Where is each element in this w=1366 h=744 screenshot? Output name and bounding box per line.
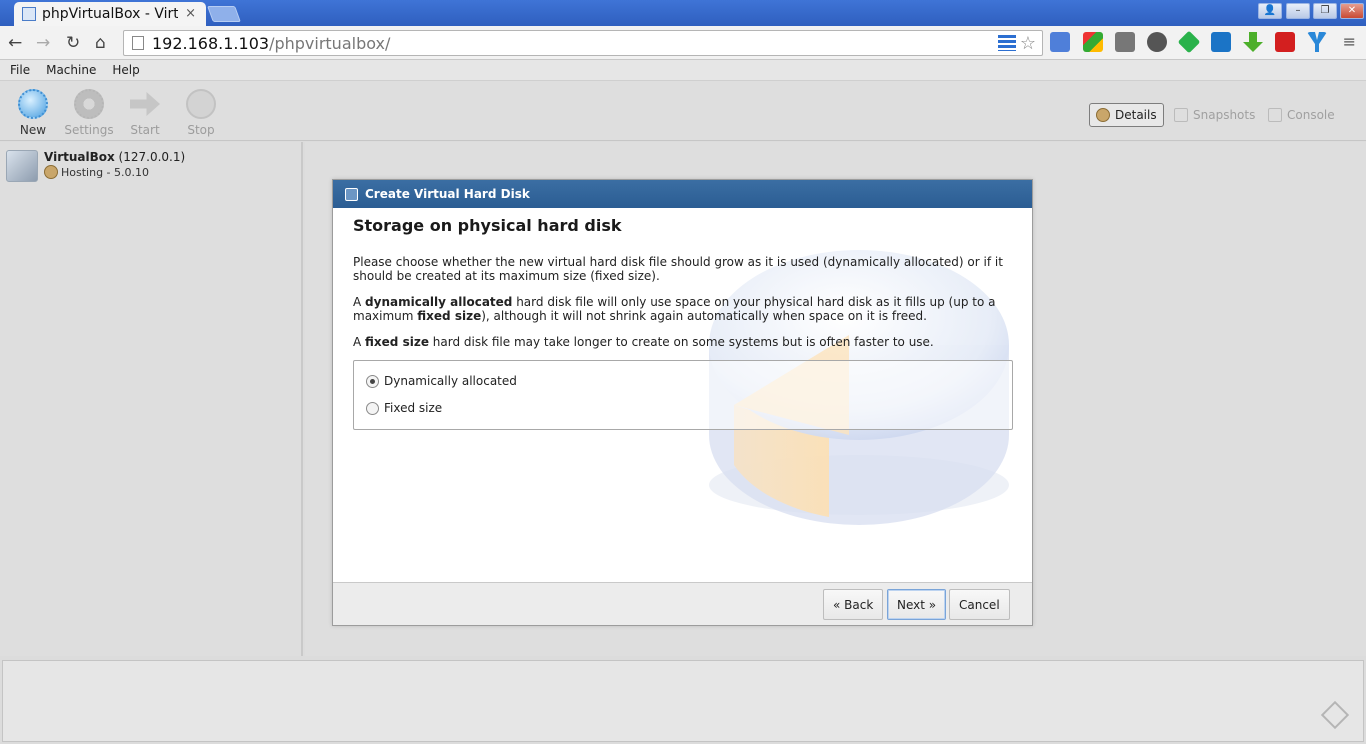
intro-paragraph: Please choose whether the new virtual ha… <box>353 255 1003 283</box>
option-dynamically-allocated[interactable]: Dynamically allocated <box>366 374 517 388</box>
host-entry[interactable]: VirtualBox (127.0.0.1) Hosting - 5.0.10 <box>6 150 296 186</box>
user-profile-button[interactable]: 👤 <box>1258 3 1282 19</box>
chrome-menu-icon[interactable]: ≡ <box>1343 32 1356 51</box>
snapshots-label: Snapshots <box>1193 108 1256 122</box>
dialog-titlebar[interactable]: Create Virtual Hard Disk <box>333 180 1032 208</box>
translate-extension-icon[interactable] <box>1050 32 1070 52</box>
address-bar[interactable]: 192.168.1.103/phpvirtualbox/ ☆ <box>123 30 1043 56</box>
label-dynamically-allocated: Dynamically allocated <box>384 374 517 388</box>
tab-favicon-icon <box>22 7 36 21</box>
forward-arrow-icon[interactable]: → <box>36 33 50 53</box>
flipboard-extension-icon[interactable] <box>1275 32 1295 52</box>
reload-icon[interactable]: ↻ <box>66 33 80 53</box>
feedly-extension-icon[interactable] <box>1177 30 1201 54</box>
vm-list-pane: VirtualBox (127.0.0.1) Hosting - 5.0.10 <box>0 142 303 656</box>
page-icon <box>132 36 144 50</box>
console-label: Console <box>1287 108 1335 122</box>
host-address: (127.0.0.1) <box>114 150 186 164</box>
tab-close-icon[interactable]: × <box>185 6 196 21</box>
new-gear-icon <box>18 89 48 119</box>
menu-machine[interactable]: Machine <box>46 63 96 77</box>
create-virtual-hard-disk-dialog: Create Virtual Hard Disk Storage on phys… <box>332 179 1033 626</box>
url-path: /phpvirtualbox/ <box>269 33 391 53</box>
new-button[interactable]: New <box>7 89 59 137</box>
host-name-line: VirtualBox (127.0.0.1) <box>44 150 185 164</box>
cancel-button[interactable]: Cancel <box>949 589 1010 620</box>
monitor-icon <box>1268 108 1282 122</box>
back-arrow-icon[interactable]: ← <box>8 33 22 53</box>
settings-button[interactable]: Settings <box>63 89 115 137</box>
console-view-button[interactable]: Console <box>1262 103 1341 127</box>
label-fixed-size: Fixed size <box>384 401 443 415</box>
hosting-gear-icon <box>44 165 58 179</box>
window-close-button[interactable]: ✕ <box>1340 3 1364 19</box>
browser-titlebar: phpVirtualBox - Virt × 👤 – ❐ ✕ <box>0 0 1366 26</box>
start-arrow-icon <box>130 92 160 116</box>
dialog-body: Storage on physical hard disk Please cho… <box>353 216 1013 361</box>
start-label: Start <box>130 123 160 137</box>
stop-button[interactable]: Stop <box>175 89 227 137</box>
next-button[interactable]: Next » <box>887 589 947 620</box>
snapshots-view-button[interactable]: Snapshots <box>1168 103 1261 127</box>
start-button[interactable]: Start <box>119 89 171 137</box>
user-icon: 👤 <box>1263 5 1277 16</box>
fixed-text-a: A <box>353 335 366 349</box>
host-name: VirtualBox <box>44 150 115 164</box>
url-text: 192.168.1.103/phpvirtualbox/ <box>152 34 390 53</box>
download-extension-icon[interactable] <box>1243 32 1263 52</box>
details-label: Details <box>1115 108 1157 122</box>
menu-file[interactable]: File <box>10 63 30 77</box>
chrome-extension-icon[interactable] <box>1083 32 1103 52</box>
minimize-button[interactable]: – <box>1286 3 1310 19</box>
stop-label: Stop <box>187 123 215 137</box>
back-button[interactable]: « Back <box>823 589 884 620</box>
bookmark-star-icon[interactable]: ☆ <box>1020 33 1036 54</box>
app-toolbar: New Settings Start Stop Details Snapshot… <box>0 81 1366 141</box>
radio-fixed-size[interactable] <box>366 401 379 415</box>
fixed-paragraph: A fixed size hard disk file may take lon… <box>353 335 1013 349</box>
new-label: New <box>19 123 47 137</box>
browser-tab[interactable]: phpVirtualBox - Virt × <box>14 2 206 26</box>
dialog-title: Create Virtual Hard Disk <box>365 187 530 201</box>
resize-handle-icon[interactable] <box>1320 700 1350 730</box>
home-icon[interactable]: ⌂ <box>95 33 106 53</box>
tools-extension-icon[interactable] <box>1147 32 1167 52</box>
reader-extension-icon[interactable] <box>998 35 1016 51</box>
fixed-term: fixed size <box>417 309 482 323</box>
hard-disk-icon <box>345 187 358 201</box>
camera-icon <box>1174 108 1188 122</box>
app-menubar: File Machine Help <box>0 60 1366 81</box>
host-status-line: Hosting - 5.0.10 <box>44 165 149 179</box>
details-gear-icon <box>1096 108 1110 122</box>
fixed-text-c: hard disk file may take longer to create… <box>428 335 934 349</box>
details-view-button[interactable]: Details <box>1089 103 1164 127</box>
dynamic-text-d: ), although it will not shrink again aut… <box>481 309 927 323</box>
settings-label: Settings <box>64 123 114 137</box>
url-host: 192.168.1.103 <box>152 33 270 53</box>
dynamic-term: dynamically allocated <box>365 295 513 309</box>
dialog-heading: Storage on physical hard disk <box>353 216 622 235</box>
settings-gear-icon <box>74 89 104 119</box>
host-version: Hosting - 5.0.10 <box>61 165 150 179</box>
dynamic-text-a: A <box>353 295 366 309</box>
browser-toolbar: ← → ↻ ⌂ 192.168.1.103/phpvirtualbox/ ☆ ≡ <box>0 26 1366 60</box>
dialog-footer: « Back Next » Cancel <box>333 582 1032 625</box>
keyboard-extension-icon[interactable] <box>1115 32 1135 52</box>
bottom-panel <box>2 660 1364 742</box>
dynamic-paragraph: A dynamically allocated hard disk file w… <box>353 295 1013 323</box>
radio-dynamically-allocated[interactable] <box>366 374 379 388</box>
power-icon <box>186 89 216 119</box>
option-fixed-size[interactable]: Fixed size <box>366 401 442 415</box>
storage-type-group: Dynamically allocated Fixed size <box>353 360 1013 430</box>
new-tab-button[interactable] <box>207 6 241 22</box>
restore-button[interactable]: ❐ <box>1313 3 1337 19</box>
fixed-size-term: fixed size <box>365 335 429 349</box>
tab-title: phpVirtualBox - Virt <box>42 6 178 22</box>
menu-help[interactable]: Help <box>112 63 139 77</box>
virtualbox-cube-icon <box>6 150 38 182</box>
s-extension-icon[interactable] <box>1211 32 1231 52</box>
y-extension-icon[interactable] <box>1307 32 1327 52</box>
